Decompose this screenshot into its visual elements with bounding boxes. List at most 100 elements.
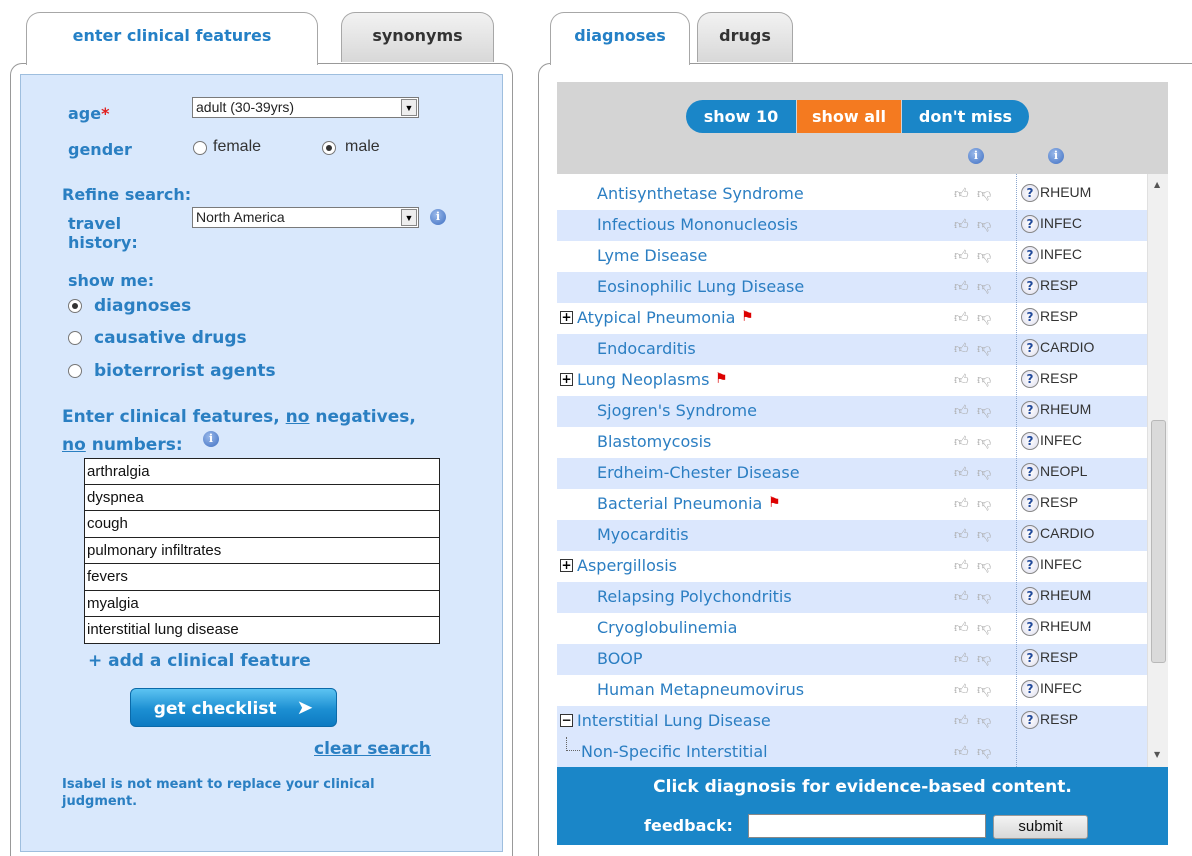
question-icon[interactable]: ? — [1021, 618, 1039, 636]
thumb-down-icon[interactable]: 👎︎ — [977, 619, 994, 636]
thumb-down-icon[interactable]: 👎︎ — [977, 402, 994, 419]
thumb-down-icon[interactable]: 👎︎ — [977, 557, 994, 574]
diagnosis-name[interactable]: Lyme Disease — [597, 246, 707, 265]
gender-female-radio[interactable] — [193, 141, 207, 155]
thumb-up-icon[interactable]: 👍︎ — [954, 216, 972, 233]
feature-input[interactable]: dyspnea — [84, 484, 440, 511]
thumb-up-icon[interactable]: 👍︎ — [954, 340, 972, 357]
diagnosis-name[interactable]: Antisynthetase Syndrome — [597, 184, 804, 203]
diagnosis-name[interactable]: Bacterial Pneumonia — [597, 494, 762, 513]
diagnosis-name[interactable]: Cryoglobulinemia — [597, 618, 737, 637]
diagnosis-row[interactable]: Erdheim-Chester Disease 👍︎ 👎︎? NEOPL — [557, 458, 1147, 489]
diagnosis-row[interactable]: BOOP 👍︎ 👎︎? RESP — [557, 644, 1147, 675]
show-10-button[interactable]: show 10 — [686, 100, 796, 133]
thumb-up-icon[interactable]: 👍︎ — [954, 619, 972, 636]
diagnosis-name[interactable]: Infectious Mononucleosis — [597, 215, 798, 234]
thumb-down-icon[interactable]: 👎︎ — [977, 681, 994, 698]
thumb-down-icon[interactable]: 👎︎ — [977, 464, 994, 481]
thumb-down-icon[interactable]: 👎︎ — [977, 278, 994, 295]
diagnosis-name[interactable]: Aspergillosis — [577, 556, 677, 575]
clear-search-link[interactable]: clear search — [314, 739, 431, 759]
thumb-down-icon[interactable]: 👎︎ — [977, 340, 994, 357]
diagnosis-row[interactable]: Myocarditis 👍︎ 👎︎? CARDIO — [557, 520, 1147, 551]
thumb-up-icon[interactable]: 👍︎ — [954, 495, 972, 512]
thumb-down-icon[interactable]: 👎︎ — [977, 588, 994, 605]
diagnosis-name[interactable]: Interstitial Lung Disease — [577, 711, 771, 730]
diagnosis-name[interactable]: Relapsing Polychondritis — [597, 587, 792, 606]
question-icon[interactable]: ? — [1021, 339, 1039, 357]
thumb-up-icon[interactable]: 👍︎ — [954, 681, 972, 698]
thumb-down-icon[interactable]: 👎︎ — [977, 185, 994, 202]
feedback-input[interactable] — [748, 814, 986, 838]
tab-diagnoses[interactable]: diagnoses — [550, 12, 690, 65]
diagnosis-name[interactable]: Non-Specific Interstitial — [581, 742, 768, 761]
scroll-up-icon[interactable]: ▲ — [1154, 180, 1160, 189]
diagnosis-row[interactable]: Lyme Disease 👍︎ 👎︎? INFEC — [557, 241, 1147, 272]
diagnosis-name[interactable]: Human Metapneumovirus — [597, 680, 804, 699]
thumb-down-icon[interactable]: 👎︎ — [977, 433, 994, 450]
tab-enter-clinical-features[interactable]: enter clinical features — [26, 12, 318, 65]
show-bioterrorist-agents-label[interactable]: bioterrorist agents — [94, 361, 276, 381]
thumb-up-icon[interactable]: 👍︎ — [954, 402, 972, 419]
thumb-up-icon[interactable]: 👍︎ — [954, 588, 972, 605]
question-icon[interactable]: ? — [1021, 370, 1039, 388]
question-icon[interactable]: ? — [1021, 649, 1039, 667]
diagnosis-name[interactable]: Endocarditis — [597, 339, 696, 358]
gender-male-label[interactable]: male — [345, 138, 380, 156]
add-clinical-feature-link[interactable]: + add a clinical feature — [88, 651, 311, 671]
diagnosis-name[interactable]: Lung Neoplasms — [577, 370, 709, 389]
question-icon[interactable]: ? — [1021, 680, 1039, 698]
expand-plus-icon[interactable]: + — [560, 311, 573, 324]
gender-female-label[interactable]: female — [213, 138, 261, 156]
info-icon[interactable]: i — [968, 148, 984, 164]
question-icon[interactable]: ? — [1021, 184, 1039, 202]
question-icon[interactable]: ? — [1021, 587, 1039, 605]
question-icon[interactable]: ? — [1021, 556, 1039, 574]
thumb-down-icon[interactable]: 👎︎ — [977, 309, 994, 326]
age-select[interactable]: adult (30-39yrs) ▼ — [192, 97, 419, 118]
diagnosis-name[interactable]: Blastomycosis — [597, 432, 711, 451]
show-diagnoses-radio[interactable] — [68, 299, 82, 313]
feature-input[interactable]: fevers — [84, 564, 440, 591]
diagnosis-row[interactable]: Human Metapneumovirus 👍︎ 👎︎? INFEC — [557, 675, 1147, 706]
get-checklist-button[interactable]: get checklist ➤ — [130, 688, 337, 727]
diagnosis-name[interactable]: BOOP — [597, 649, 643, 668]
diagnosis-name[interactable]: Erdheim-Chester Disease — [597, 463, 800, 482]
expand-plus-icon[interactable]: + — [560, 559, 573, 572]
diagnosis-row[interactable]: + Lung Neoplasms 👍︎ 👎︎? RESP ⚑ — [557, 365, 1147, 396]
diagnosis-row[interactable]: Bacterial Pneumonia 👍︎ 👎︎? RESP ⚑ — [557, 489, 1147, 520]
thumb-up-icon[interactable]: 👍︎ — [954, 464, 972, 481]
thumb-down-icon[interactable]: 👎︎ — [977, 371, 994, 388]
thumb-down-icon[interactable]: 👎︎ — [977, 526, 994, 543]
thumb-up-icon[interactable]: 👍︎ — [954, 433, 972, 450]
thumb-up-icon[interactable]: 👍︎ — [954, 526, 972, 543]
submit-button[interactable]: submit — [993, 815, 1088, 839]
question-icon[interactable]: ? — [1021, 401, 1039, 419]
show-causative-drugs-radio[interactable] — [68, 331, 82, 345]
info-icon[interactable]: i — [1048, 148, 1064, 164]
feature-input[interactable]: interstitial lung disease — [84, 617, 440, 644]
thumb-up-icon[interactable]: 👍︎ — [954, 309, 972, 326]
feature-input[interactable]: arthralgia — [84, 458, 440, 485]
diagnosis-row[interactable]: Cryoglobulinemia 👍︎ 👎︎? RHEUM — [557, 613, 1147, 644]
question-icon[interactable]: ? — [1021, 246, 1039, 264]
question-icon[interactable]: ? — [1021, 525, 1039, 543]
diagnosis-row[interactable]: Relapsing Polychondritis 👍︎ 👎︎? RHEUM — [557, 582, 1147, 613]
diagnosis-subrow[interactable]: Non-Specific Interstitial 👍︎ 👎︎ — [557, 737, 1147, 767]
diagnosis-row[interactable]: + Atypical Pneumonia 👍︎ 👎︎? RESP ⚑ — [557, 303, 1147, 334]
thumb-up-icon[interactable]: 👍︎ — [954, 278, 972, 295]
collapse-minus-icon[interactable]: − — [560, 714, 573, 727]
question-icon[interactable]: ? — [1021, 463, 1039, 481]
question-icon[interactable]: ? — [1021, 277, 1039, 295]
diagnosis-row[interactable]: Endocarditis 👍︎ 👎︎? CARDIO — [557, 334, 1147, 365]
diagnosis-row[interactable]: Blastomycosis 👍︎ 👎︎? INFEC — [557, 427, 1147, 458]
question-icon[interactable]: ? — [1021, 308, 1039, 326]
show-causative-drugs-label[interactable]: causative drugs — [94, 328, 247, 348]
thumb-up-icon[interactable]: 👍︎ — [954, 247, 972, 264]
diagnosis-name[interactable]: Sjogren's Syndrome — [597, 401, 757, 420]
travel-history-select[interactable]: North America ▼ — [192, 207, 419, 228]
dont-miss-button[interactable]: don't miss — [902, 100, 1029, 133]
diagnosis-row[interactable]: Infectious Mononucleosis 👍︎ 👎︎? INFEC — [557, 210, 1147, 241]
thumb-down-icon[interactable]: 👎︎ — [977, 712, 994, 729]
diagnosis-row[interactable]: Sjogren's Syndrome 👍︎ 👎︎? RHEUM — [557, 396, 1147, 427]
